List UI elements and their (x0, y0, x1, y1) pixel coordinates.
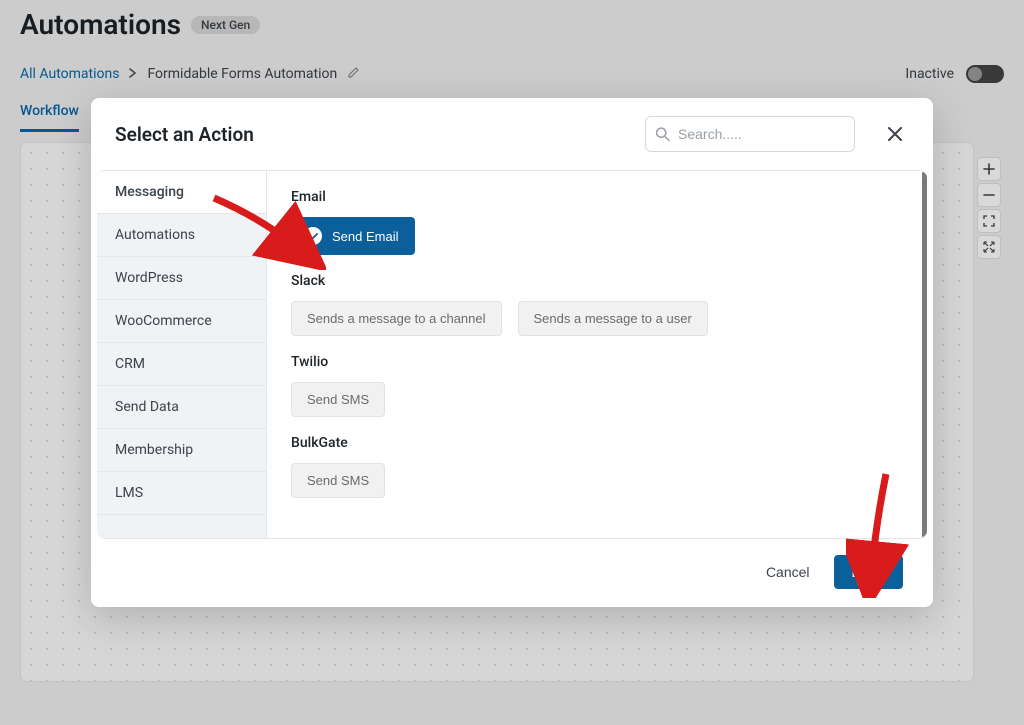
check-icon (304, 227, 322, 245)
category-send-data[interactable]: Send Data (97, 386, 266, 429)
group-email-label: Email (291, 189, 903, 205)
action-send-email-label: Send Email (332, 229, 398, 244)
action-send-email[interactable]: Send Email (291, 217, 415, 255)
category-woocommerce[interactable]: WooCommerce (97, 300, 266, 343)
category-automations[interactable]: Automations (97, 214, 266, 257)
action-slack-channel[interactable]: Sends a message to a channel (291, 301, 502, 336)
group-bulkgate-label: BulkGate (291, 435, 903, 451)
select-action-modal: Select an Action Messaging Automations W… (91, 98, 933, 607)
category-crm[interactable]: CRM (97, 343, 266, 386)
modal-title: Select an Action (115, 123, 629, 146)
action-twilio-sms[interactable]: Send SMS (291, 382, 385, 417)
category-membership[interactable]: Membership (97, 429, 266, 472)
done-button[interactable]: Done (834, 555, 903, 589)
modal-overlay: Select an Action Messaging Automations W… (0, 0, 1024, 725)
search-icon (655, 127, 670, 142)
category-list: Messaging Automations WordPress WooComme… (97, 171, 267, 538)
cancel-button[interactable]: Cancel (766, 564, 810, 580)
close-button[interactable] (881, 120, 909, 148)
category-messaging[interactable]: Messaging (97, 171, 266, 214)
search-input[interactable] (645, 116, 855, 152)
category-lms[interactable]: LMS (97, 472, 266, 515)
close-icon (887, 126, 903, 142)
group-twilio-label: Twilio (291, 354, 903, 370)
group-slack-label: Slack (291, 273, 903, 289)
action-bulkgate-sms[interactable]: Send SMS (291, 463, 385, 498)
category-wordpress[interactable]: WordPress (97, 257, 266, 300)
action-slack-user[interactable]: Sends a message to a user (518, 301, 708, 336)
